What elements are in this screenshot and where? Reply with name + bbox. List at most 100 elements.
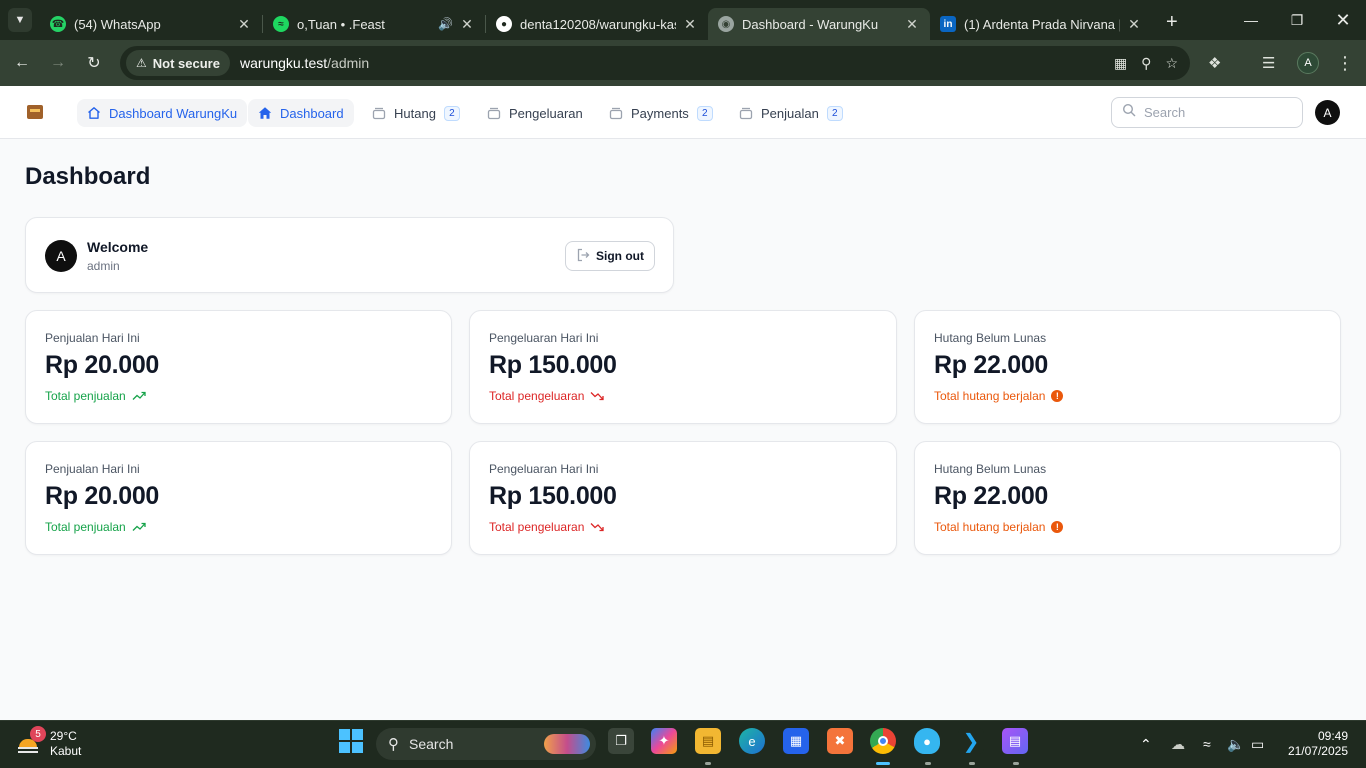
- onedrive-offline-icon[interactable]: ☁: [1171, 720, 1185, 768]
- close-icon[interactable]: ✕: [459, 16, 475, 33]
- tab-title: o,Tuan • .Feast: [297, 16, 385, 32]
- not-secure-chip[interactable]: ⚠ Not secure: [126, 50, 230, 76]
- tray-overflow-chevron-icon[interactable]: ⌃: [1140, 720, 1152, 768]
- xampp-icon[interactable]: ✖: [827, 728, 853, 754]
- chrome-icon[interactable]: [870, 728, 896, 754]
- browser-tab-strip: ▼ ☎ (54) WhatsApp ✕ ≈ o,Tuan • .Feast 🔊 …: [0, 0, 1366, 40]
- volume-icon[interactable]: 🔈: [1227, 720, 1244, 768]
- tab-spotify[interactable]: ≈ o,Tuan • .Feast 🔊 ✕: [263, 8, 485, 40]
- stat-desc-text: Total hutang berjalan: [934, 520, 1046, 534]
- system-clock[interactable]: 09:49 21/07/2025: [1288, 729, 1348, 759]
- whatsapp-icon: ☎: [50, 16, 66, 32]
- stat-value: Rp 150.000: [489, 351, 617, 379]
- weather-temperature: 29°C: [50, 729, 77, 743]
- wifi-icon[interactable]: ≈: [1203, 720, 1211, 768]
- reload-icon[interactable]: ↻: [76, 45, 112, 81]
- nav-label: Pengeluaran: [509, 105, 583, 121]
- page-title: Dashboard: [25, 163, 151, 190]
- minimize-icon[interactable]: —: [1228, 0, 1274, 40]
- linkedin-icon: in: [940, 16, 956, 32]
- weather-widget[interactable]: 29°C Kabut: [16, 729, 81, 759]
- globe-icon: ◉: [718, 16, 734, 32]
- tab-whatsapp[interactable]: ☎ (54) WhatsApp ✕: [40, 8, 262, 40]
- media-control-icon[interactable]: ☰: [1262, 40, 1275, 86]
- global-search[interactable]: [1111, 97, 1303, 128]
- running-indicator: [925, 762, 931, 765]
- sign-out-button[interactable]: Sign out: [565, 241, 655, 271]
- bookmark-star-icon[interactable]: ☆: [1165, 55, 1178, 72]
- edge-icon[interactable]: e: [739, 728, 765, 754]
- close-icon[interactable]: ✕: [904, 16, 920, 33]
- windows-start-icon[interactable]: [338, 728, 364, 754]
- stat-label: Hutang Belum Lunas: [934, 462, 1047, 476]
- battery-icon[interactable]: ▭: [1251, 720, 1264, 768]
- microsoft-store-icon[interactable]: ▦: [783, 728, 809, 754]
- stat-value: Rp 20.000: [45, 482, 160, 510]
- running-indicator: [969, 762, 975, 765]
- url-path: /admin: [327, 55, 370, 71]
- exclamation-circle-icon: !: [1051, 521, 1064, 533]
- stat-desc-text: Total pengeluaran: [489, 389, 585, 403]
- stat-desc-text: Total hutang berjalan: [934, 389, 1046, 403]
- spotify-icon: ≈: [273, 16, 289, 32]
- forward-arrow-icon[interactable]: →: [40, 45, 76, 81]
- extensions-icon[interactable]: ❖: [1208, 40, 1221, 86]
- tab-search-chevron-icon[interactable]: ▼: [8, 8, 32, 32]
- warning-triangle-icon: ⚠: [136, 56, 147, 70]
- user-avatar[interactable]: A: [1315, 100, 1340, 125]
- url-text[interactable]: warungku.test/admin: [240, 55, 369, 71]
- stack-icon: [739, 106, 753, 120]
- new-tab-plus-icon[interactable]: +: [1166, 11, 1178, 34]
- speaker-icon[interactable]: 🔊: [438, 17, 453, 31]
- app-dolphin-icon[interactable]: ●: [914, 728, 940, 754]
- window-close-icon[interactable]: ✕: [1320, 0, 1366, 40]
- kebab-menu-icon[interactable]: ⋮: [1336, 40, 1354, 86]
- nav-payments[interactable]: Payments 2: [599, 99, 723, 127]
- search-highlight-image: [544, 734, 590, 754]
- nav-label: Payments: [631, 105, 689, 121]
- windows-taskbar: 29°C Kabut: [0, 720, 1366, 768]
- clipchamp-icon[interactable]: ▤: [1002, 728, 1028, 754]
- github-icon: ●: [496, 16, 512, 32]
- file-explorer-icon[interactable]: ▤: [695, 728, 721, 754]
- omnibox-actions: ▦ ⚲ ☆: [1114, 46, 1178, 80]
- nav-pengeluaran[interactable]: Pengeluaran: [477, 99, 593, 127]
- nav-label: Hutang: [394, 105, 436, 121]
- copilot-icon[interactable]: ✦: [651, 728, 677, 754]
- tab-dashboard-warungku[interactable]: ◉ Dashboard - WarungKu ✕: [708, 8, 930, 40]
- search-input[interactable]: [1144, 105, 1294, 120]
- home-solid-icon: [258, 106, 272, 120]
- zoom-icon[interactable]: ⚲: [1141, 55, 1151, 72]
- tab-linkedin[interactable]: in (1) Ardenta Prada Nirvana | LinkedIn …: [930, 8, 1152, 40]
- stat-card-pengeluaran: Pengeluaran Hari Ini Rp 150.000 Total pe…: [469, 441, 897, 555]
- stat-description: Total hutang berjalan !: [934, 520, 1064, 534]
- stat-label: Penjualan Hari Ini: [45, 331, 140, 345]
- close-icon[interactable]: ✕: [682, 16, 698, 33]
- stat-desc-text: Total pengeluaran: [489, 520, 585, 534]
- exclamation-circle-icon: !: [1051, 390, 1064, 402]
- stat-card-hutang: Hutang Belum Lunas Rp 22.000 Total hutan…: [914, 441, 1341, 555]
- stat-card-penjualan: Penjualan Hari Ini Rp 20.000 Total penju…: [25, 310, 452, 424]
- back-arrow-icon[interactable]: ←: [4, 45, 40, 81]
- taskbar-search[interactable]: ⚲ Search: [376, 728, 596, 760]
- translate-icon[interactable]: ▦: [1114, 55, 1127, 72]
- warungku-logo[interactable]: [27, 105, 43, 119]
- stack-icon: [487, 106, 501, 120]
- address-bar[interactable]: ⚠ Not secure warungku.test/admin ▦ ⚲ ☆: [120, 46, 1190, 80]
- nav-dashboard-warungku[interactable]: Dashboard WarungKu: [77, 99, 248, 127]
- vscode-icon[interactable]: ❯: [958, 728, 984, 754]
- restore-icon[interactable]: ❐: [1274, 0, 1320, 40]
- stat-card-hutang: Hutang Belum Lunas Rp 22.000 Total hutan…: [914, 310, 1341, 424]
- nav-penjualan[interactable]: Penjualan 2: [729, 99, 853, 127]
- profile-button[interactable]: A: [1297, 40, 1319, 86]
- welcome-title: Welcome: [87, 239, 149, 255]
- close-icon[interactable]: ✕: [236, 16, 252, 33]
- nav-hutang[interactable]: Hutang 2: [362, 99, 470, 127]
- nav-label: Penjualan: [761, 105, 819, 121]
- weather-notification-badge: 5: [30, 726, 46, 742]
- welcome-card: A Welcome admin Sign out: [25, 217, 674, 293]
- tab-github[interactable]: ● denta120208/warungku-kasir ✕: [486, 8, 708, 40]
- close-icon[interactable]: ✕: [1126, 16, 1142, 33]
- nav-dashboard[interactable]: Dashboard: [248, 99, 354, 127]
- task-view-icon[interactable]: ❐: [608, 728, 634, 754]
